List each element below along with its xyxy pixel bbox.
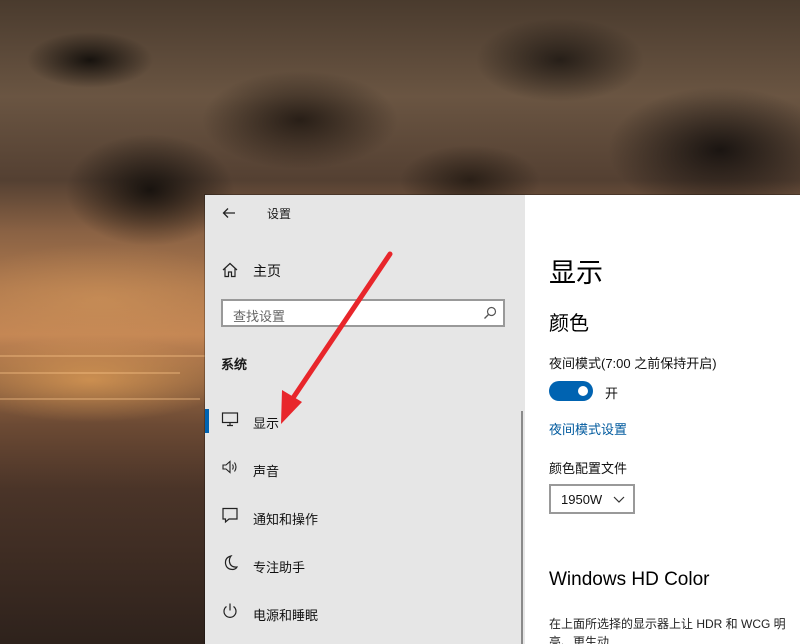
selection-indicator	[205, 409, 209, 433]
title-bar: 设置	[205, 195, 525, 231]
nav-item-label: 专注助手	[253, 560, 306, 575]
night-light-label: 夜间模式(7:00 之前保持开启)	[549, 356, 717, 371]
speaker-icon	[222, 460, 237, 474]
color-profile-dropdown[interactable]: 1950W	[549, 484, 635, 514]
nav-item-notifications[interactable]: 通知和操作	[205, 493, 525, 541]
nav-list: 显示 声音 通知和操作 专注助手 电源和睡眠	[205, 397, 525, 637]
nav-item-label: 主页	[253, 263, 281, 279]
toggle-knob	[578, 386, 588, 396]
window-title: 设置	[267, 207, 292, 221]
night-light-toggle[interactable]	[549, 381, 593, 401]
search-placeholder: 查找设置	[233, 309, 286, 324]
chevron-down-icon	[613, 496, 625, 503]
hd-color-description: 在上面所选择的显示器上让 HDR 和 WCG 明亮、更生动	[549, 617, 786, 644]
color-profile-label: 颜色配置文件	[549, 461, 628, 476]
nav-item-display[interactable]: 显示	[205, 397, 525, 445]
page-title: 显示	[549, 258, 603, 288]
nav-item-label: 电源和睡眠	[253, 608, 319, 623]
nav-item-focus-assist[interactable]: 专注助手	[205, 541, 525, 589]
night-light-settings-link[interactable]: 夜间模式设置	[549, 419, 627, 438]
nav-item-home[interactable]: 主页	[205, 253, 525, 285]
back-button[interactable]	[217, 201, 241, 225]
nav-group-title: 系统	[221, 357, 248, 372]
display-settings-pane: 显示 颜色 夜间模式(7:00 之前保持开启) 开 夜间模式设置 颜色配置文件 …	[525, 195, 800, 644]
wallpaper-light-band	[0, 372, 180, 374]
moon-icon	[224, 554, 239, 571]
home-icon	[222, 262, 238, 278]
toggle-state-label: 开	[605, 386, 619, 401]
wallpaper-light-band	[0, 398, 200, 400]
settings-nav-pane: 设置 主页 查找设置 系统 显示 声音 通知和操作 专注助手 电源和睡眠	[205, 195, 525, 644]
nav-item-label: 声音	[253, 464, 280, 479]
nav-item-power-sleep[interactable]: 电源和睡眠	[205, 589, 525, 637]
dropdown-value: 1950W	[561, 492, 603, 507]
monitor-icon	[221, 412, 239, 427]
search-icon	[484, 306, 497, 319]
nav-item-label: 通知和操作	[253, 512, 319, 527]
power-icon	[223, 603, 237, 618]
search-settings-input[interactable]: 查找设置	[221, 299, 505, 327]
nav-scrollbar[interactable]	[521, 411, 523, 644]
settings-window: 设置 主页 查找设置 系统 显示 声音 通知和操作 专注助手 电源和睡眠 显示 …	[205, 195, 800, 644]
notification-icon	[222, 507, 238, 524]
wallpaper-light-band	[0, 355, 210, 357]
hd-color-title: Windows HD Color	[549, 569, 710, 590]
nav-item-label: 显示	[253, 416, 280, 431]
back-arrow-icon	[222, 208, 235, 218]
color-section-title: 颜色	[549, 313, 589, 335]
nav-item-sound[interactable]: 声音	[205, 445, 525, 493]
